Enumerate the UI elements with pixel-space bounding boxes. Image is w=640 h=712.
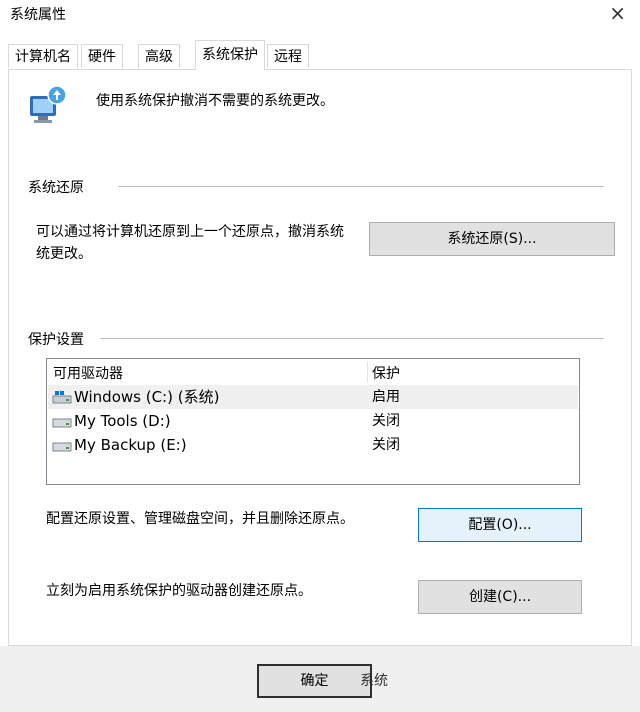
tab-hardware[interactable]: 硬件: [81, 44, 123, 68]
column-divider: [367, 361, 368, 383]
system-restore-group-label: 系统还原: [28, 177, 92, 197]
drive-name: My Tools (D:): [74, 412, 171, 430]
column-header-protection[interactable]: 保护: [372, 363, 400, 383]
tab-computer-name[interactable]: 计算机名: [8, 44, 78, 68]
system-restore-description-line2: 统更改。: [36, 246, 92, 262]
drive-row[interactable]: Windows (C:) (系统) 启用: [48, 385, 578, 409]
drive-name: My Backup (E:): [74, 436, 187, 454]
drive-icon: [52, 442, 72, 452]
group-divider: [100, 338, 604, 339]
drive-list[interactable]: 可用驱动器 保护 Windows (C:) (系统) 启用 My Tools (…: [46, 358, 580, 485]
system-protection-shield-icon: [30, 85, 67, 123]
system-drive-icon: [52, 391, 72, 404]
tab-remote[interactable]: 远程: [267, 44, 309, 68]
configure-button[interactable]: 配置(O)...: [418, 508, 582, 542]
drive-name: Windows (C:) (系统): [74, 388, 220, 406]
column-header-drive[interactable]: 可用驱动器: [53, 363, 123, 383]
drive-row[interactable]: My Tools (D:) 关闭: [48, 409, 578, 433]
tab-system-protection[interactable]: 系统保护: [195, 40, 265, 70]
drive-protection-state: 关闭: [372, 413, 400, 429]
create-button[interactable]: 创建(C)...: [418, 580, 582, 614]
tab-advanced[interactable]: 高级: [138, 44, 180, 68]
drive-row[interactable]: My Backup (E:) 关闭: [48, 433, 578, 457]
tab-strip: 计算机名 硬件 高级 系统保护 远程: [8, 40, 628, 70]
system-restore-button[interactable]: 系统还原(S)...: [369, 222, 615, 256]
partial-footer-label: 系统: [360, 673, 388, 689]
configure-description: 配置还原设置、管理磁盘空间，并且删除还原点。: [46, 511, 354, 527]
system-restore-description: 可以通过将计算机还原到上一个还原点，撤消系统 统更改。: [36, 221, 344, 265]
header-description: 使用系统保护撤消不需要的系统更改。: [96, 93, 334, 109]
group-divider: [118, 186, 604, 187]
title-bar: 系统属性 ×: [0, 0, 640, 32]
protection-settings-group-label: 保护设置: [28, 329, 92, 349]
close-icon[interactable]: ×: [609, 2, 626, 24]
create-description: 立刻为启用系统保护的驱动器创建还原点。: [46, 583, 312, 599]
system-restore-description-line1: 可以通过将计算机还原到上一个还原点，撤消系统: [36, 224, 344, 240]
ok-button[interactable]: 确定: [257, 664, 372, 698]
drive-protection-state: 启用: [372, 389, 400, 405]
drive-protection-state: 关闭: [372, 437, 400, 453]
window-title: 系统属性: [10, 7, 66, 23]
drive-icon: [52, 418, 72, 428]
